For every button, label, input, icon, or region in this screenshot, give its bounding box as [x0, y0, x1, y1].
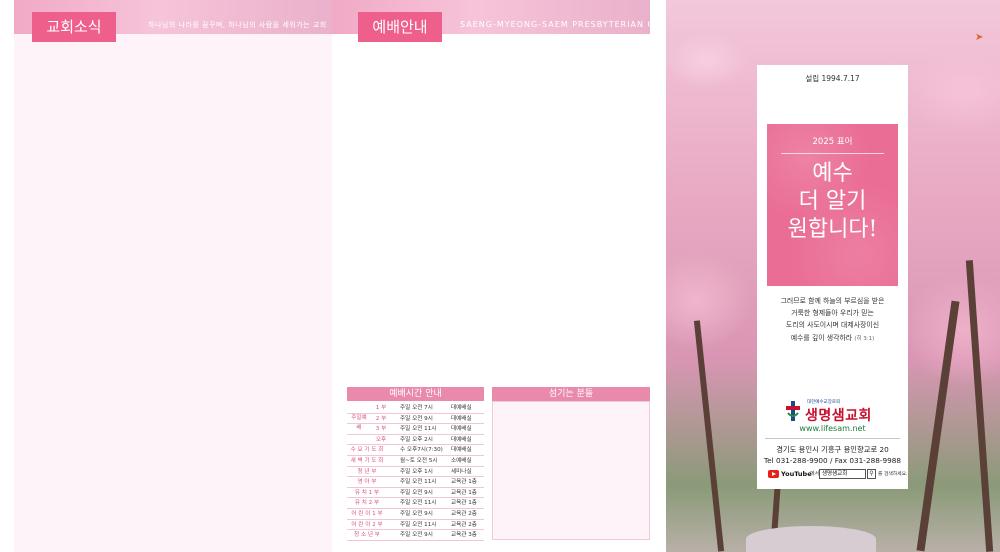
service-time: 주일 오후 2시	[400, 436, 433, 443]
tree-trunk	[693, 320, 725, 552]
schedule-title: 예배시간 안내	[347, 387, 484, 401]
service-name: 청 년 부	[357, 468, 377, 475]
church-website[interactable]: www.lifesam.net	[757, 424, 908, 433]
church-name-english: SAENG-MYEONG-SAEM PRESBYTERIAN CHURCH	[460, 20, 688, 29]
worship-section-title: 예배안내	[358, 12, 442, 42]
service-time: 주일 오전 11시	[400, 479, 437, 486]
service-name: 어 린 이 2 부	[351, 521, 383, 528]
servants-box	[492, 401, 650, 540]
news-section-title: 교회소식	[32, 12, 116, 42]
cross-logo-icon	[786, 401, 800, 421]
service-time: 주일 오전 9시	[400, 510, 433, 517]
service-time: 주일 오전 11시	[400, 500, 437, 507]
service-name: 청 소 년 부	[354, 532, 380, 539]
church-slogan: 하나님의 나라를 꿈꾸며, 하나님의 사람을 세워가는 교회	[148, 21, 327, 29]
founded-date: 설립 1994.7.17	[805, 74, 860, 83]
service-time: 주일 오전 9시	[400, 532, 433, 539]
church-phone: Tel 031-288-9900 / Fax 031-288-9988	[763, 456, 902, 465]
verse-reference: (히 3:1)	[854, 335, 875, 342]
bible-verse: 그러므로 함께 하늘의 부르심을 받은 거룩한 형제들아 우리가 믿는 도리의 …	[757, 295, 908, 345]
church-name: 생명샘교회	[805, 408, 872, 424]
motto-year: 2025 표어	[812, 137, 853, 147]
schedule-row: 오후 주일 오후 2시 대예배실	[347, 435, 484, 446]
service-name: 3 부	[375, 426, 387, 433]
schedule-row: 청 년 부 주일 오후 1시 세미나실	[347, 467, 484, 478]
service-time: 주일 오전 9시	[400, 415, 433, 422]
service-name: 어 린 이 1 부	[351, 510, 383, 517]
youtube-search-box: 생명샘교회	[819, 469, 866, 479]
service-time: 주일 오전 11시	[400, 521, 437, 528]
service-name: 유 치 2 부	[354, 500, 380, 507]
service-place: 대예배실	[451, 405, 472, 411]
schedule-row: 2 부 주일 오전 9시 대예배실	[347, 414, 484, 425]
search-icon: ⚲	[867, 469, 876, 479]
schedule-row: 어 린 이 1 부 주일 오전 9시 교육관 2층	[347, 509, 484, 520]
service-name: 유 치 1 부	[354, 489, 380, 496]
service-place: 교육관 2층	[451, 510, 477, 517]
service-place: 교육관 1층	[451, 500, 477, 507]
schedule-row: 새 벽 기 도 회 월~토 오전 5시 소예배실	[347, 456, 484, 467]
service-place: 교육관 3층	[451, 532, 477, 539]
tree-trunk	[965, 260, 994, 552]
schedule-row: 1 부 주일 오전 7시 대예배실	[347, 403, 484, 414]
service-place: 교육관 2층	[451, 521, 477, 528]
cover-card: 설립 1994.7.17 2025 표어 예수 더 알기 원합니다! 그러므로 …	[757, 65, 908, 489]
schedule-row: 어 린 이 2 부 주일 오전 11시 교육관 2층	[347, 520, 484, 531]
service-time: 주일 오후 1시	[400, 468, 433, 475]
service-name: 수 요 기 도 회	[350, 447, 384, 454]
schedule-row: 3 부 주일 오전 11시 대예배실	[347, 424, 484, 435]
divider	[765, 438, 900, 439]
youtube-suffix: 에서	[810, 471, 820, 477]
service-place: 소예배실	[451, 457, 472, 464]
service-name: 영 아 부	[357, 479, 377, 486]
service-name: 새 벽 기 도 회	[350, 457, 384, 464]
service-time: 주일 오전 9시	[400, 489, 433, 496]
youtube-search-hint: YouTube 에서 생명샘교회 ⚲ 를 검색하세요.	[768, 469, 908, 480]
park-path	[746, 526, 876, 552]
service-name: 오후	[375, 436, 387, 443]
youtube-hint: 를 검색하세요.	[878, 472, 908, 477]
youtube-icon	[768, 470, 779, 478]
news-page	[14, 0, 332, 552]
servants-title: 섬기는 분들	[492, 387, 650, 401]
schedule-row: 영 아 부 주일 오전 11시 교육관 1층	[347, 477, 484, 488]
church-logo: 대한예수교장로회 생명샘교회	[785, 399, 895, 424]
youtube-label: YouTube	[781, 470, 812, 478]
motto-divider	[781, 153, 884, 154]
arrow-icon: ➤	[975, 32, 984, 43]
tree-trunk	[916, 300, 960, 552]
service-time: 수 오후7시(7:30)	[400, 447, 443, 454]
service-place: 교육관 1층	[451, 489, 477, 496]
schedule-row: 청 소 년 부 주일 오전 9시 교육관 3층	[347, 530, 484, 541]
church-address: 경기도 용인시 기흥구 용인향교로 20	[776, 445, 889, 454]
service-time: 월~토 오전 5시	[400, 457, 438, 464]
motto-box: 2025 표어 예수 더 알기 원합니다!	[767, 124, 898, 286]
worship-schedule-table: 주일예배 1 부 주일 오전 7시 대예배실 2 부 주일 오전 9시 대예배실…	[347, 403, 484, 541]
motto-title: 예수 더 알기 원합니다!	[787, 161, 878, 242]
service-place: 대예배실	[451, 415, 472, 422]
service-place: 대예배실	[451, 436, 472, 443]
service-name: 1 부	[375, 405, 387, 411]
service-place: 대예배실	[451, 447, 472, 454]
service-place: 세미나실	[451, 468, 472, 475]
schedule-row: 수 요 기 도 회 수 오후7시(7:30) 대예배실	[347, 445, 484, 456]
service-name: 2 부	[375, 415, 387, 422]
service-place: 대예배실	[451, 426, 472, 433]
schedule-row: 유 치 1 부 주일 오전 9시 교육관 1층	[347, 488, 484, 499]
service-place: 교육관 1층	[451, 479, 477, 486]
service-time: 주일 오전 7시	[400, 405, 433, 411]
service-time: 주일 오전 11시	[400, 426, 437, 433]
schedule-row: 유 치 2 부 주일 오전 11시 교육관 1층	[347, 498, 484, 509]
